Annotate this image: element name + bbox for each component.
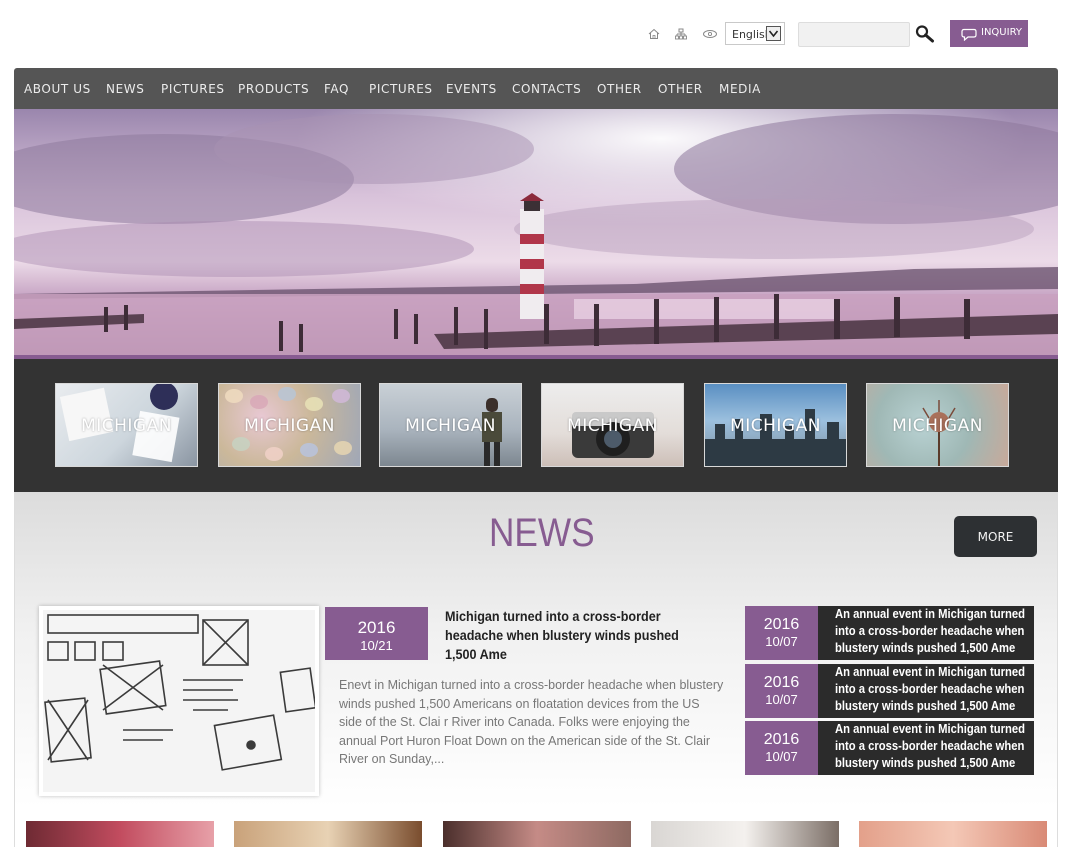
thumbnail-label: MICHIGAN: [892, 416, 983, 436]
date-year: 2016: [357, 618, 396, 637]
more-button[interactable]: MORE: [954, 516, 1037, 557]
thumbnail-card[interactable]: MICHIGAN: [218, 383, 361, 467]
news-list-text-box: An annual event in Michigan turned into …: [818, 606, 1034, 660]
thumbnail-card[interactable]: MICHIGAN: [704, 383, 847, 467]
product-thumbnail[interactable]: [443, 821, 631, 847]
nav-item-other-2[interactable]: OTHER: [658, 82, 703, 96]
inquiry-button[interactable]: INQUIRY: [950, 20, 1028, 47]
date-year: 2016: [763, 731, 800, 748]
thumbnail-card[interactable]: MICHIGAN: [55, 383, 198, 467]
featured-news-headline[interactable]: Michigan turned into a cross-border head…: [445, 607, 706, 664]
news-list-text: An annual event in Michigan turned into …: [835, 607, 1026, 655]
nav-item-products[interactable]: PRODUCTS: [238, 82, 309, 96]
hero-banner-image: [14, 109, 1058, 355]
news-list-date: 2016 10/07: [745, 664, 818, 718]
nav-item-media[interactable]: MEDIA: [719, 82, 761, 96]
nav-item-news[interactable]: NEWS: [106, 82, 144, 96]
date-year: 2016: [763, 674, 800, 691]
product-thumbnail[interactable]: [651, 821, 839, 847]
news-section: NEWS MORE 2016 10/21 Michigan turned int…: [14, 492, 1058, 808]
thumbnail-label: MICHIGAN: [244, 416, 335, 436]
home-icon[interactable]: [647, 27, 661, 41]
nav-item-events[interactable]: EVENTS: [446, 82, 497, 96]
thumbnail-label: MICHIGAN: [81, 416, 172, 436]
product-thumbnail[interactable]: [26, 821, 214, 847]
news-list-date: 2016 10/07: [745, 721, 818, 775]
sitemap-icon[interactable]: [674, 27, 688, 41]
thumbnail-band: MICHIGAN MICHIGAN MICHIGAN MICHIGAN MICH…: [14, 359, 1058, 492]
favorite-icon[interactable]: [702, 27, 717, 41]
thumbnail-label: MICHIGAN: [405, 416, 496, 436]
featured-news-image[interactable]: [39, 606, 319, 796]
nav-item-contacts[interactable]: CONTACTS: [512, 82, 581, 96]
top-bar: English INQUIRY: [0, 0, 1075, 66]
date-day: 10/21: [360, 638, 393, 653]
search-icon[interactable]: [914, 24, 936, 44]
news-list-text-box: An annual event in Michigan turned into …: [818, 721, 1034, 775]
date-day: 10/07: [765, 634, 798, 649]
featured-news-date: 2016 10/21: [325, 607, 428, 660]
search-input[interactable]: [798, 22, 910, 47]
news-heading: NEWS: [489, 511, 595, 555]
nav-item-about-us[interactable]: ABOUT US: [24, 82, 91, 96]
nav-item-pictures[interactable]: PICTURES: [161, 82, 225, 96]
date-year: 2016: [763, 616, 800, 633]
date-day: 10/07: [765, 749, 798, 764]
thumbnail-label: MICHIGAN: [567, 416, 658, 436]
thumbnail-card[interactable]: MICHIGAN: [541, 383, 684, 467]
news-list-text-box: An annual event in Michigan turned into …: [818, 664, 1034, 718]
news-list-item[interactable]: 2016 10/07 An annual event in Michigan t…: [745, 606, 1034, 660]
thumbnail-card[interactable]: MICHIGAN: [866, 383, 1009, 467]
chat-bubble-icon: [961, 28, 977, 44]
date-day: 10/07: [765, 692, 798, 707]
thumbnail-card[interactable]: MICHIGAN: [379, 383, 522, 467]
main-nav: ABOUT US NEWS PICTURES PRODUCTS FAQ PICT…: [14, 68, 1058, 109]
news-list-item[interactable]: 2016 10/07 An annual event in Michigan t…: [745, 721, 1034, 775]
featured-news-body: Enevt in Michigan turned into a cross-bo…: [339, 678, 724, 767]
news-list-date: 2016 10/07: [745, 606, 818, 660]
more-label: MORE: [977, 530, 1014, 544]
product-row: [14, 808, 1058, 847]
nav-item-pictures-2[interactable]: PICTURES: [369, 82, 433, 96]
nav-item-other[interactable]: OTHER: [597, 82, 642, 96]
news-list-text: An annual event in Michigan turned into …: [835, 722, 1026, 770]
inquiry-label: INQUIRY: [981, 27, 1022, 38]
news-list-item[interactable]: 2016 10/07 An annual event in Michigan t…: [745, 664, 1034, 718]
product-thumbnail[interactable]: [234, 821, 422, 847]
product-thumbnail[interactable]: [859, 821, 1047, 847]
chevron-down-icon: [766, 26, 781, 41]
language-select[interactable]: English: [725, 22, 785, 45]
nav-item-faq[interactable]: FAQ: [324, 82, 349, 96]
thumbnail-label: MICHIGAN: [730, 416, 821, 436]
news-list-text: An annual event in Michigan turned into …: [835, 665, 1026, 713]
